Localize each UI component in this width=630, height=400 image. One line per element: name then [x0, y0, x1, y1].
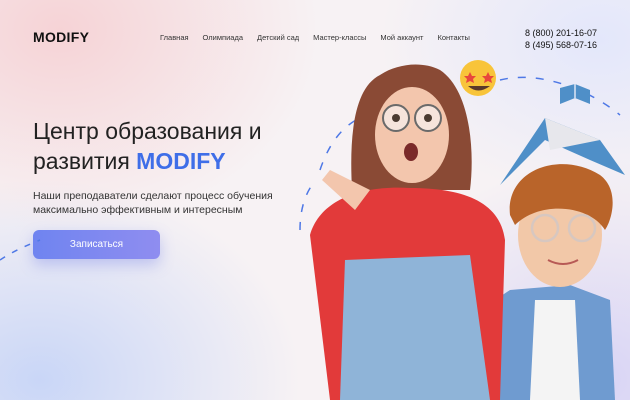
- star-struck-emoji-icon: [460, 60, 496, 96]
- hero-illustration: [0, 60, 625, 400]
- girl-overalls: [340, 255, 490, 400]
- girl-eye-left: [392, 114, 400, 122]
- dashed-arc-lower: [299, 184, 313, 231]
- girl-eye-right: [424, 114, 432, 122]
- boy-shirt: [530, 300, 580, 400]
- girl-face: [375, 87, 449, 183]
- girl-figure: [310, 64, 505, 400]
- book-icon: [560, 84, 590, 104]
- dashed-arc-edge: [0, 239, 41, 261]
- girl-mouth: [404, 143, 418, 161]
